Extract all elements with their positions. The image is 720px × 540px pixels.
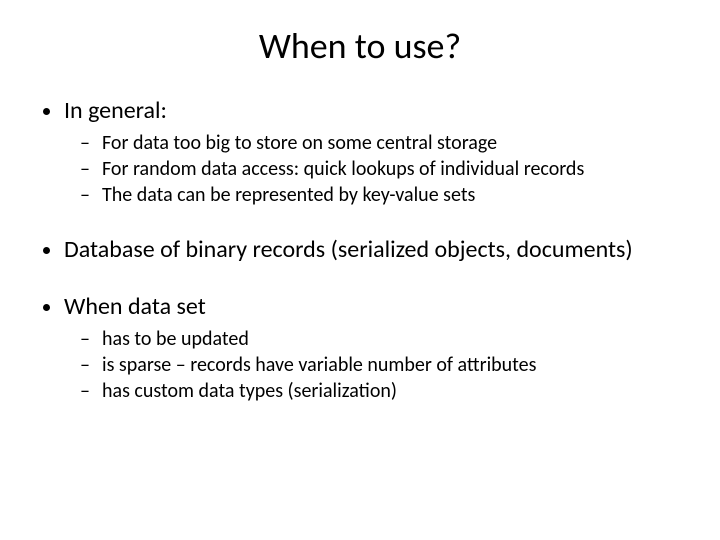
sub-list-item: For random data access: quick lookups of… bbox=[102, 157, 690, 181]
sub-list-item: The data can be represented by key-value… bbox=[102, 183, 690, 207]
bullet-label: In general: bbox=[64, 96, 167, 125]
spacer bbox=[30, 272, 690, 292]
list-item: Database of binary records (serialized o… bbox=[64, 235, 690, 264]
sub-list-item: is sparse – records have variable number… bbox=[102, 353, 690, 377]
sub-list-item: has to be updated bbox=[102, 327, 690, 351]
bullet-list: Database of binary records (serialized o… bbox=[30, 235, 690, 264]
spacer bbox=[30, 215, 690, 235]
sub-list: For data too big to store on some centra… bbox=[64, 131, 690, 207]
bullet-label: Database of binary records (serialized o… bbox=[64, 235, 633, 264]
slide-title: When to use? bbox=[30, 24, 690, 68]
sub-list-item: has custom data types (serialization) bbox=[102, 379, 690, 403]
list-item: When data set has to be updated is spars… bbox=[64, 292, 690, 403]
sub-list: has to be updated is sparse – records ha… bbox=[64, 327, 690, 403]
slide: When to use? In general: For data too bi… bbox=[0, 0, 720, 540]
sub-list-item: For data too big to store on some centra… bbox=[102, 131, 690, 155]
bullet-list: In general: For data too big to store on… bbox=[30, 96, 690, 207]
bullet-label: When data set bbox=[64, 292, 206, 321]
bullet-list: When data set has to be updated is spars… bbox=[30, 292, 690, 403]
list-item: In general: For data too big to store on… bbox=[64, 96, 690, 207]
